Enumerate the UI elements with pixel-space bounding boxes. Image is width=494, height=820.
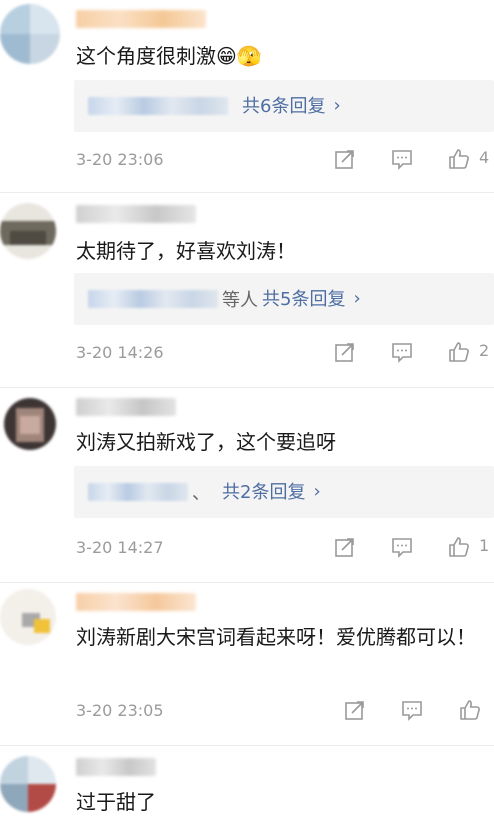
- thumbs-up-icon[interactable]: [447, 340, 471, 364]
- comment-text: 刘涛又拍新戏了，这个要追呀: [76, 430, 336, 454]
- reply-link-label: 共6条回复: [242, 96, 326, 117]
- comment-item: 刘涛新剧大宋宫词看起来呀！爱优腾都可以！ 3-20 23:05: [0, 583, 494, 746]
- reply-suffix: 等人: [222, 290, 258, 311]
- chevron-right-icon: ›: [353, 287, 361, 309]
- action-bar: 1: [0, 535, 494, 559]
- avatar[interactable]: [0, 4, 60, 64]
- thumbs-up-icon[interactable]: [447, 535, 471, 559]
- reply-link[interactable]: 共5条回复 ›: [262, 285, 361, 311]
- share-icon[interactable]: [333, 147, 357, 171]
- comment-item: 这个角度很刺激😁🫣 共6条回复 › 3-20 23:06 4: [0, 0, 494, 193]
- chevron-right-icon: ›: [333, 94, 341, 116]
- action-bar: [0, 698, 494, 722]
- comment-text: 刘涛新剧大宋宫词看起来呀！爱优腾都可以！: [76, 625, 476, 649]
- comment-item: 过于甜了: [0, 746, 494, 820]
- share-icon[interactable]: [343, 698, 367, 722]
- reply-preview[interactable]: 等人 共5条回复 ›: [74, 273, 494, 325]
- share-icon[interactable]: [333, 535, 357, 559]
- username[interactable]: [76, 205, 196, 223]
- reply-link-label: 共5条回复: [262, 289, 346, 310]
- comment-text: 这个角度很刺激😁🫣: [76, 44, 262, 68]
- comment-icon[interactable]: [390, 147, 414, 171]
- action-bar: 4: [0, 147, 494, 171]
- like-count: 4: [479, 148, 490, 167]
- avatar[interactable]: [0, 203, 56, 259]
- username[interactable]: [76, 398, 176, 416]
- like-count: 1: [479, 536, 490, 555]
- reply-link[interactable]: 共2条回复 ›: [222, 478, 321, 504]
- comment-icon[interactable]: [400, 698, 424, 722]
- comment-icon[interactable]: [390, 535, 414, 559]
- chevron-right-icon: ›: [313, 480, 321, 502]
- comment-icon[interactable]: [390, 340, 414, 364]
- like-count: 2: [479, 341, 490, 360]
- avatar[interactable]: [0, 756, 56, 812]
- reply-authors: [88, 97, 228, 115]
- username[interactable]: [76, 758, 156, 776]
- username[interactable]: [76, 10, 206, 28]
- action-bar: 2: [0, 340, 494, 364]
- comment-text: 过于甜了: [76, 790, 156, 814]
- comment-item: 刘涛又拍新戏了，这个要追呀 、 共2条回复 › 3-20 14:27 1: [0, 388, 494, 583]
- reply-preview[interactable]: 、 共2条回复 ›: [74, 466, 494, 518]
- reply-link-label: 共2条回复: [222, 482, 306, 503]
- thumbs-up-icon[interactable]: [458, 698, 482, 722]
- avatar[interactable]: [0, 589, 56, 645]
- username[interactable]: [76, 593, 196, 611]
- thumbs-up-icon[interactable]: [447, 147, 471, 171]
- reply-authors: [88, 483, 188, 501]
- reply-suffix: 、: [192, 483, 210, 504]
- reply-link[interactable]: 共6条回复 ›: [242, 92, 341, 118]
- avatar[interactable]: [4, 398, 56, 450]
- reply-authors: [88, 290, 218, 308]
- share-icon[interactable]: [333, 340, 357, 364]
- comment-text: 太期待了，好喜欢刘涛！: [76, 239, 296, 263]
- comment-item: 太期待了，好喜欢刘涛！ 等人 共5条回复 › 3-20 14:26 2: [0, 193, 494, 388]
- reply-preview[interactable]: 共6条回复 ›: [74, 80, 494, 132]
